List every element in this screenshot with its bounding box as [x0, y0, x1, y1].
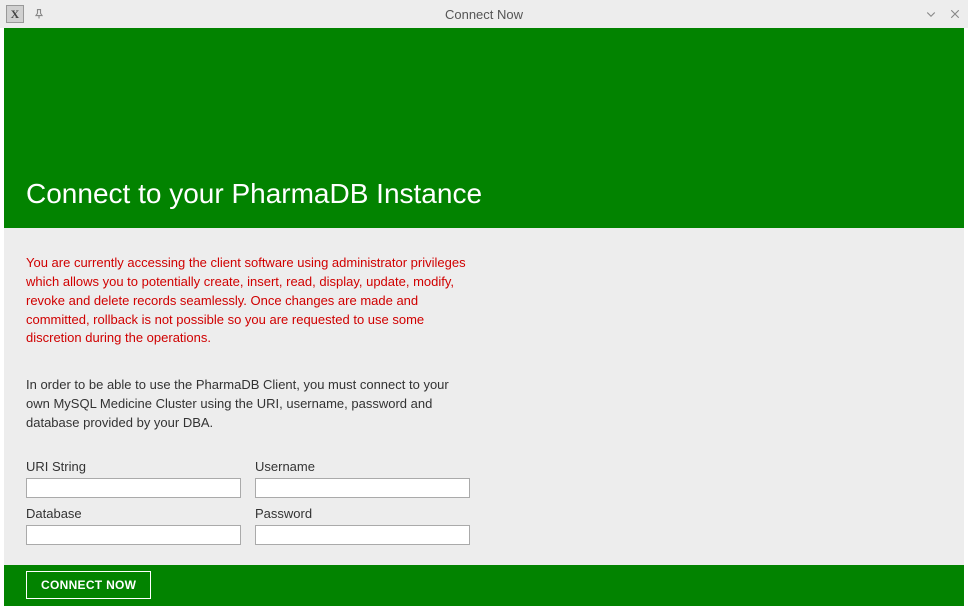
- password-label: Password: [255, 506, 470, 521]
- database-label: Database: [26, 506, 241, 521]
- close-icon[interactable]: [948, 7, 962, 21]
- content-wrap: Connect to your PharmaDB Instance You ar…: [0, 28, 968, 606]
- connection-info-text: In order to be able to use the PharmaDB …: [26, 376, 476, 433]
- body-section: You are currently accessing the client s…: [4, 228, 964, 565]
- database-input[interactable]: [26, 525, 241, 545]
- connect-now-button[interactable]: CONNECT NOW: [26, 571, 151, 599]
- titlebar: X Connect Now: [0, 0, 968, 28]
- titlebar-left-group: X: [6, 5, 46, 23]
- app-icon: X: [6, 5, 24, 23]
- pin-icon[interactable]: [32, 7, 46, 21]
- admin-warning-text: You are currently accessing the client s…: [26, 254, 476, 348]
- window-title: Connect Now: [445, 7, 523, 22]
- footer-bar: CONNECT NOW: [4, 565, 964, 606]
- connection-form: URI String Username Database Password: [26, 453, 942, 545]
- titlebar-right-group: [924, 7, 962, 21]
- header-banner: Connect to your PharmaDB Instance: [4, 28, 964, 228]
- password-input[interactable]: [255, 525, 470, 545]
- username-input[interactable]: [255, 478, 470, 498]
- chevron-down-icon[interactable]: [924, 7, 938, 21]
- page-title: Connect to your PharmaDB Instance: [26, 178, 482, 210]
- username-label: Username: [255, 459, 470, 474]
- uri-label: URI String: [26, 459, 241, 474]
- uri-input[interactable]: [26, 478, 241, 498]
